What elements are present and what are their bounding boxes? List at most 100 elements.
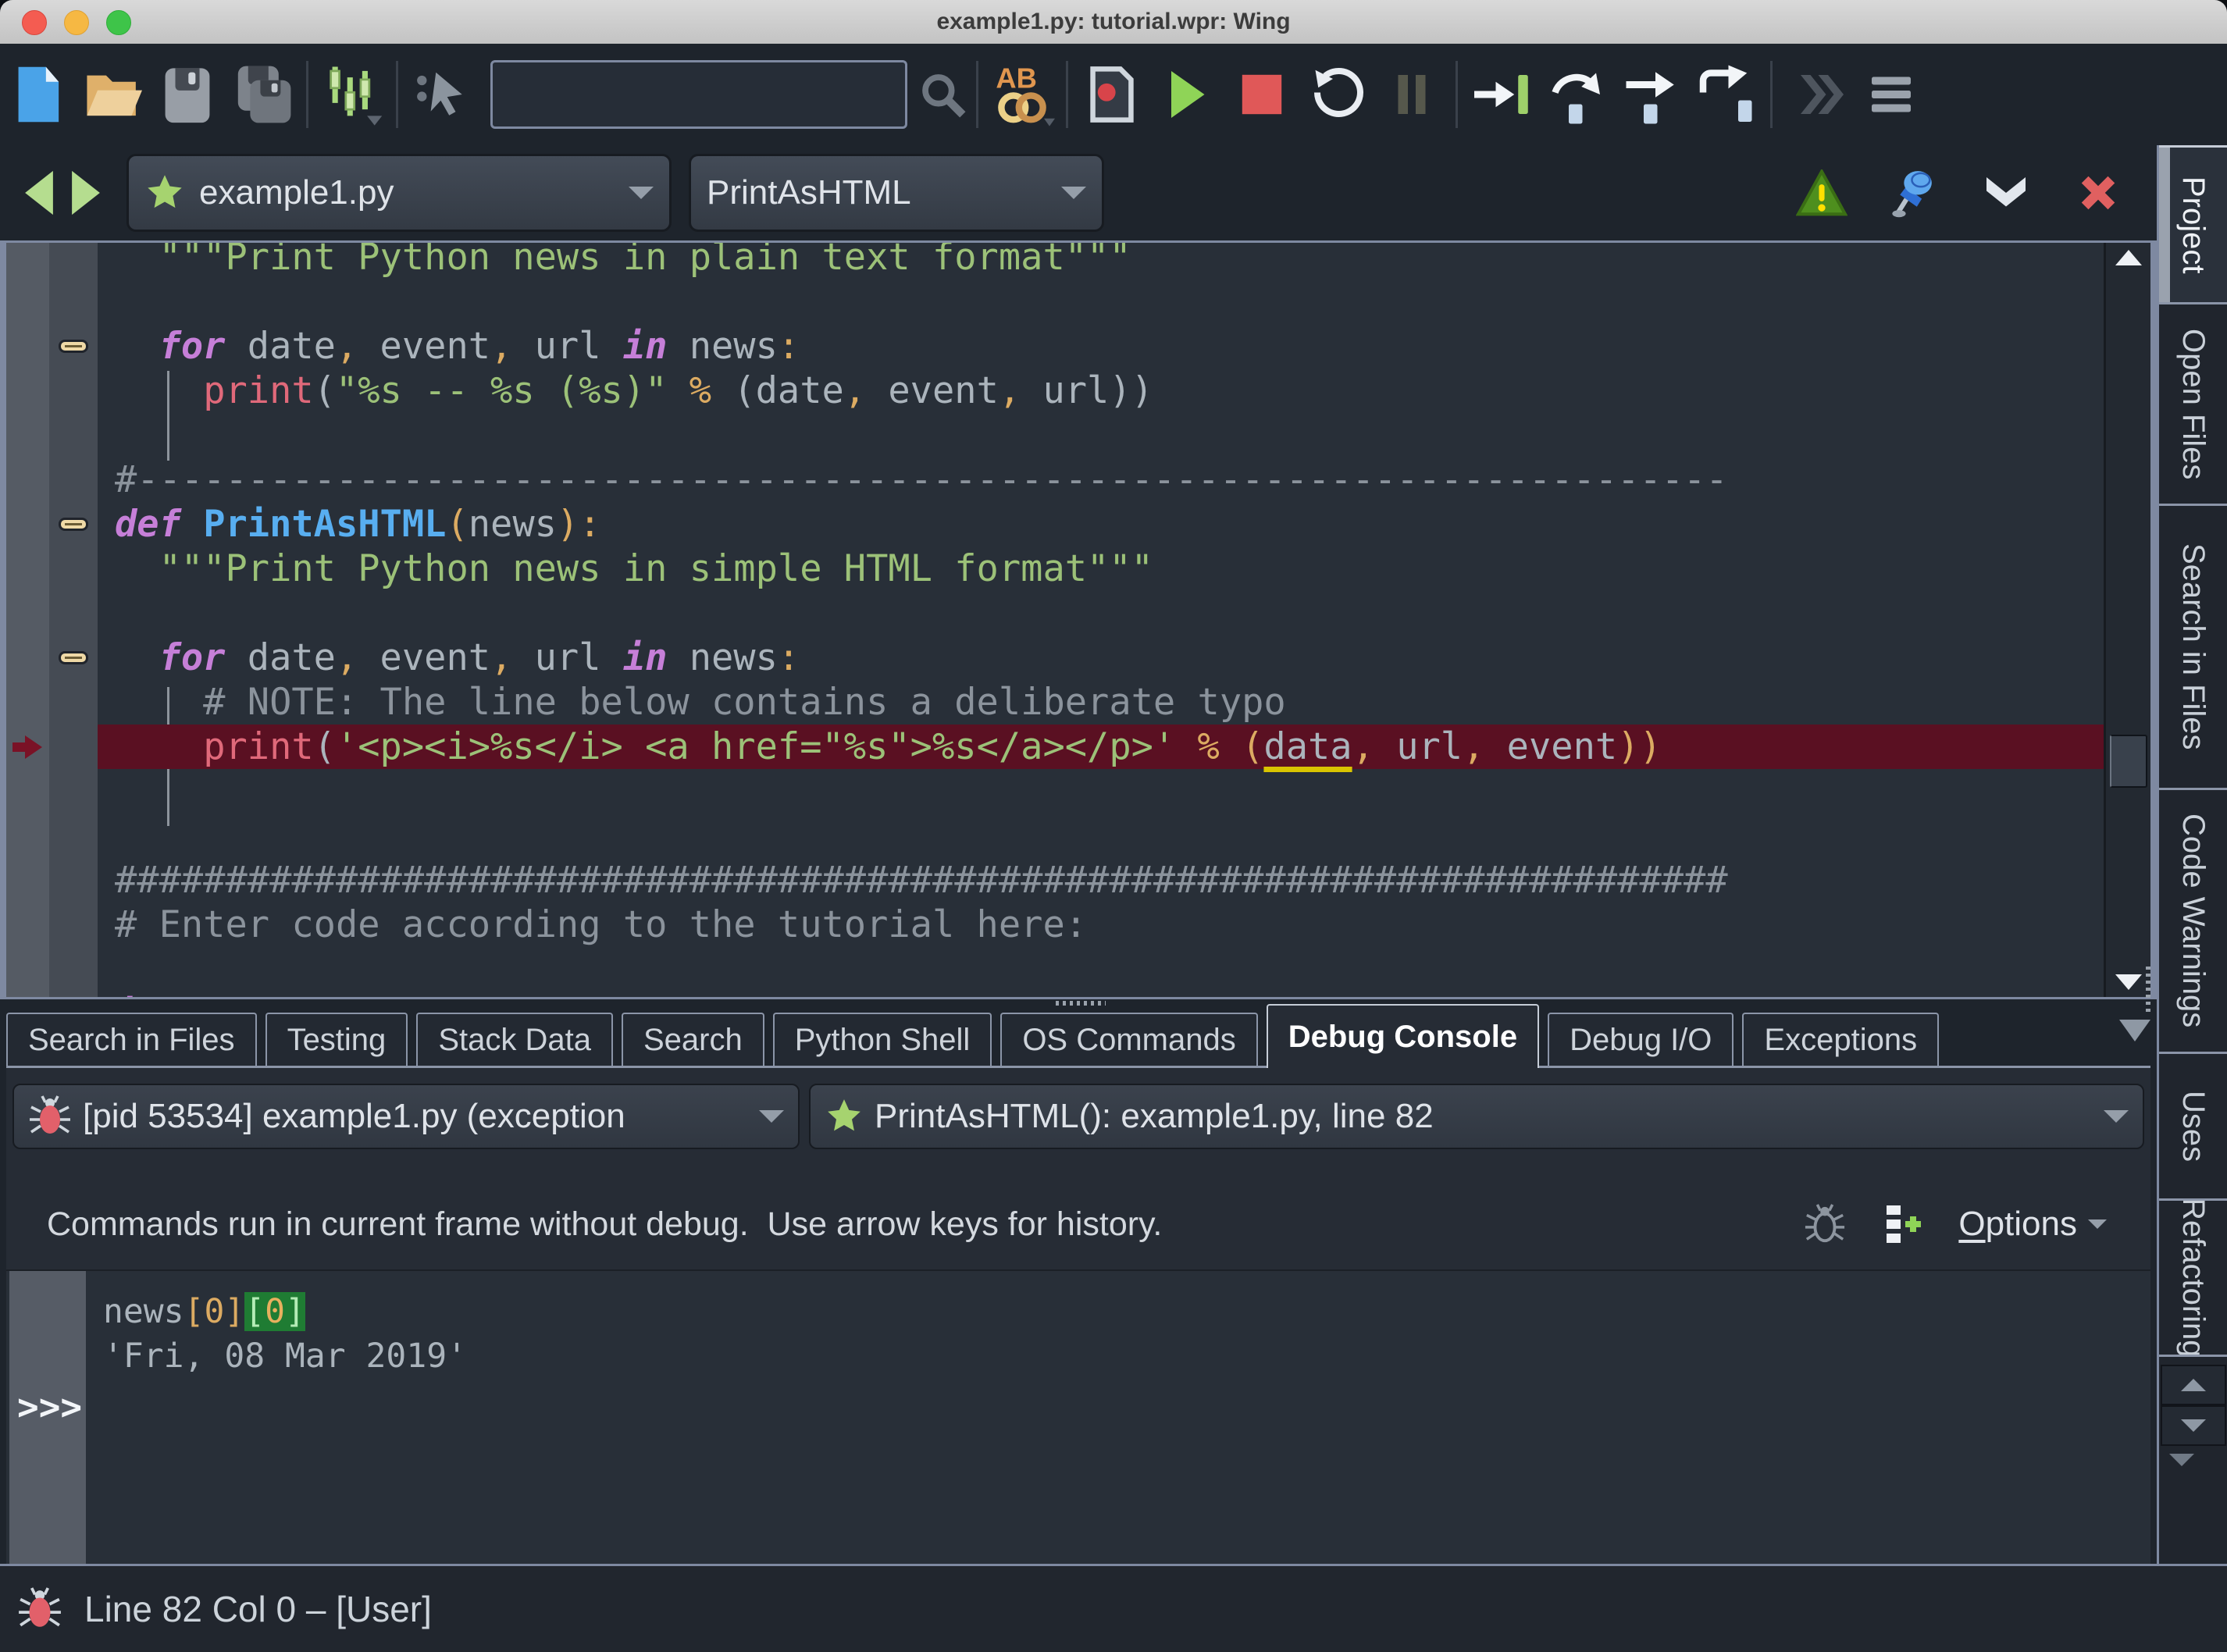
console-line: 'Fri, 08 Mar 2019' [103,1337,467,1376]
code-line[interactable]: # Enter code according to the tutorial h… [98,903,2104,947]
code-line[interactable]: def PrintAsHTML(news): [98,502,2104,547]
rail-scroll-up-button[interactable] [2161,1365,2226,1405]
tab-overflow-button[interactable] [2119,1020,2150,1045]
file-selector-dropdown[interactable]: example1.py [126,154,672,232]
code-line[interactable]: """Print Python news in plain text forma… [98,243,2104,279]
scroll-up-arrow[interactable] [2106,243,2150,272]
rail-scroll-down-button[interactable] [2161,1405,2226,1446]
rail-overflow-button[interactable] [2154,1454,2209,1466]
navigate-forward-button[interactable] [62,158,109,228]
code-line[interactable]: ########################################… [98,858,2104,903]
bookmark-pin-button[interactable] [1887,166,1941,220]
compare-files-button[interactable] [315,57,390,132]
current-file-name: example1.py [199,173,394,212]
code-line[interactable] [98,413,2104,458]
search-button[interactable] [915,57,970,132]
symbol-selector-dropdown[interactable]: PrintAsHTML [689,154,1104,232]
code-line[interactable] [98,814,2104,858]
code-line[interactable]: """Print Python news in simple HTML form… [98,547,2104,591]
tab-os-commands[interactable]: OS Commands [1000,1013,1258,1066]
toggle-breakpoint-button[interactable] [1074,57,1149,132]
fold-margin[interactable] [49,243,98,997]
code-area[interactable]: """Print Python news in plain text forma… [98,243,2104,997]
toolbar-separator [396,61,398,128]
debug-console-output[interactable]: >>> news[0][0] 'Fri, 08 Mar 2019' [6,1269,2150,1564]
editor-vertical-scrollbar[interactable] [2104,243,2150,997]
rail-tab-project[interactable]: Project [2159,145,2227,304]
rail-tab-code-warnings[interactable]: Code Warnings [2159,790,2227,1054]
toolbar: AB [0,44,2227,145]
tab-search-in-files[interactable]: Search in Files [6,1013,257,1066]
console-lines: news[0][0] 'Fri, 08 Mar 2019' [103,1290,2150,1379]
new-file-button[interactable] [0,57,75,132]
scroll-down-arrow[interactable] [2106,967,2150,997]
save-all-button[interactable] [225,57,300,132]
options-menu[interactable]: Options [1958,1205,2107,1244]
chevron-down-icon [2088,1219,2107,1229]
code-line[interactable] [98,947,2104,992]
debug-toggle-icon[interactable] [1804,1203,1846,1245]
fold-collapse-icon[interactable] [59,651,88,664]
tab-testing[interactable]: Testing [265,1013,408,1066]
more-tools-button[interactable] [1779,57,1854,132]
code-line[interactable] [98,769,2104,814]
debug-restart-button[interactable] [1299,57,1374,132]
debug-process-dropdown[interactable]: [pid 53534] example1.py (exception [12,1084,800,1149]
rail-tab-uses[interactable]: Uses [2159,1054,2227,1201]
code-line[interactable] [98,279,2104,324]
toolbar-separator [1066,61,1068,128]
tab-python-shell[interactable]: Python Shell [772,1013,992,1066]
tab-debug-console[interactable]: Debug Console [1266,1004,1540,1068]
fold-collapse-icon[interactable] [59,518,88,531]
code-line[interactable]: for date, event, url in news: [98,636,2104,680]
tab-search[interactable]: Search [621,1013,764,1066]
replace-button[interactable]: AB [985,57,1060,132]
run-to-cursor-button[interactable] [1689,57,1764,132]
tab-exceptions[interactable]: Exceptions [1742,1013,1940,1066]
debug-pause-button[interactable] [1374,57,1449,132]
code-line[interactable]: print("%s -- %s (%s)" % (date, event, ur… [98,368,2104,413]
debug-stop-button[interactable] [1224,57,1299,132]
code-line[interactable]: if __name__ == '__main__': [98,992,2104,997]
triangle-up-icon [2181,1379,2206,1391]
code-line[interactable]: for date, event, url in news: [98,324,2104,368]
code-line[interactable] [98,591,2104,636]
rail-tab-refactoring[interactable]: Refactoring [2159,1201,2227,1357]
horizontal-splitter[interactable] [0,999,2157,1007]
tab-stack-data[interactable]: Stack Data [416,1013,613,1066]
toolbar-menu-button[interactable] [1854,57,1929,132]
step-over-button[interactable] [1539,57,1614,132]
code-editor: """Print Python news in plain text forma… [0,240,2157,999]
rail-tab-open-files[interactable]: Open Files [2159,304,2227,506]
close-editor-button[interactable] [2071,166,2125,220]
code-line[interactable]: # NOTE: The line below contains a delibe… [98,680,2104,725]
chevron-down-icon [759,1110,784,1123]
code-line[interactable]: print('<p><i>%s</i> <a href="%s">%s</a><… [98,725,2104,769]
rail-tab-search-in-files[interactable]: Search in Files [2159,506,2227,790]
triangle-down-icon [2169,1454,2194,1466]
breakpoint-doc-icon [1090,66,1134,123]
titlebar: example1.py: tutorial.wpr: Wing [0,0,2227,45]
pointer-select-button[interactable] [404,57,479,132]
collapse-panel-button[interactable] [1979,166,2033,220]
step-into-button[interactable] [1464,57,1539,132]
scrollbar-thumb[interactable] [2110,735,2147,788]
save-button[interactable] [150,57,225,132]
add-to-history-icon[interactable] [1880,1202,1924,1246]
frame-star-icon [828,1099,861,1131]
breakpoint-margin[interactable] [6,243,49,997]
fold-collapse-icon[interactable] [59,340,88,353]
tool-tab-bar: Search in Files Testing Stack Data Search Py… [6,1004,2150,1068]
svg-text:AB: AB [996,62,1037,94]
tab-debug-i-o[interactable]: Debug I/O [1548,1013,1734,1066]
status-bug-icon[interactable] [17,1586,62,1632]
debug-run-button[interactable] [1149,57,1224,132]
stack-frame-dropdown[interactable]: PrintAsHTML(): example1.py, line 82 [809,1084,2144,1149]
console-message-row: Commands run in current frame without de… [6,1187,2150,1262]
open-file-button[interactable] [75,57,150,132]
navigate-back-button[interactable] [16,158,62,228]
toolbar-search-input[interactable] [490,60,907,129]
step-out-button[interactable] [1614,57,1689,132]
code-warning-button[interactable] [1794,166,1849,220]
code-line[interactable]: #---------------------------------------… [98,458,2104,502]
